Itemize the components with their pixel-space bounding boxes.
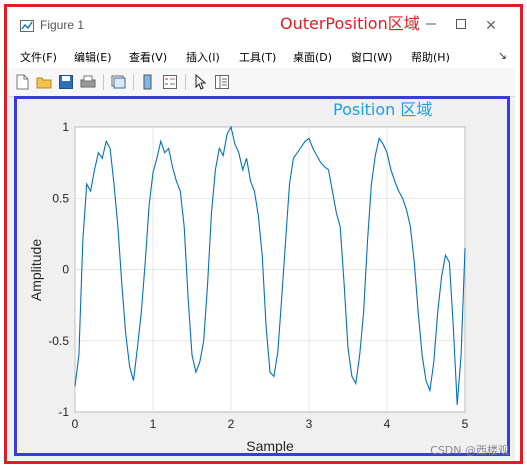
position-box <box>14 96 510 456</box>
outer-position-label: OuterPosition区域 <box>280 14 420 33</box>
watermark: CSDN @西楼观 <box>430 444 509 457</box>
position-label: Position 区域 <box>333 100 433 119</box>
